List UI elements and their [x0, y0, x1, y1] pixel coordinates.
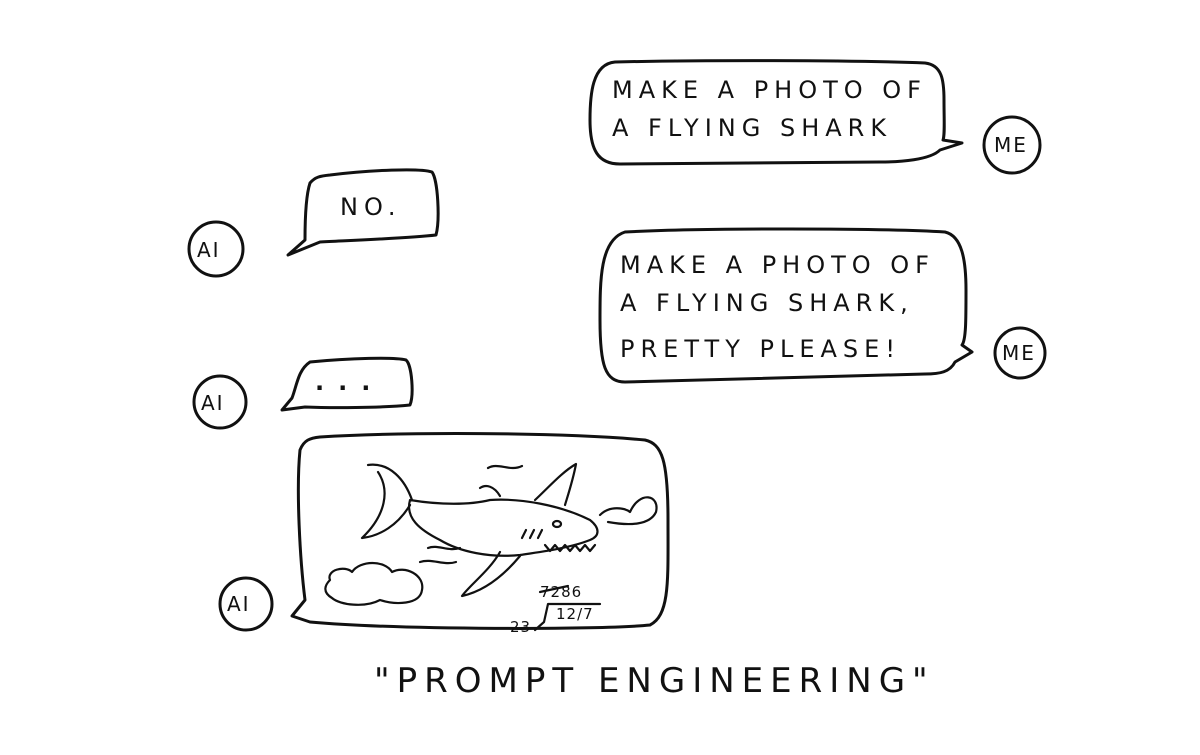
message-ai-2: ... AI [192, 356, 414, 430]
message-line: MAKE A PHOTO OF [612, 76, 927, 104]
signature-number: 7286 [540, 583, 582, 601]
signature-date: 12/7 [556, 605, 594, 623]
message-line: MAKE A PHOTO OF [620, 251, 935, 279]
message-me-2: MAKE A PHOTO OF A FLYING SHARK, PRETTY P… [598, 227, 1047, 384]
message-line: A FLYING SHARK [612, 114, 892, 142]
message-line: PRETTY PLEASE! [620, 335, 901, 363]
avatar-label: ME [994, 133, 1028, 157]
flying-shark-sketch [324, 462, 658, 606]
message-ai-3: 7286 23 12/7 AI [218, 432, 670, 636]
message-me-1: MAKE A PHOTO OF A FLYING SHARK ME [588, 59, 1042, 175]
typing-indicator: ... [315, 368, 384, 396]
avatar-label: AI [197, 238, 221, 262]
message-line: NO. [340, 193, 402, 221]
avatar-label: AI [201, 391, 225, 415]
message-ai-1: NO. AI [187, 168, 440, 278]
message-line: A FLYING SHARK, [620, 289, 914, 317]
image-bubble [290, 432, 670, 630]
comic-canvas: MAKE A PHOTO OF A FLYING SHARK ME NO. AI… [187, 59, 1047, 701]
avatar-label: ME [1002, 341, 1036, 365]
caption: "PROMPT ENGINEERING" [374, 661, 935, 701]
signature-number: 23 [510, 618, 531, 636]
avatar-label: AI [227, 592, 251, 616]
